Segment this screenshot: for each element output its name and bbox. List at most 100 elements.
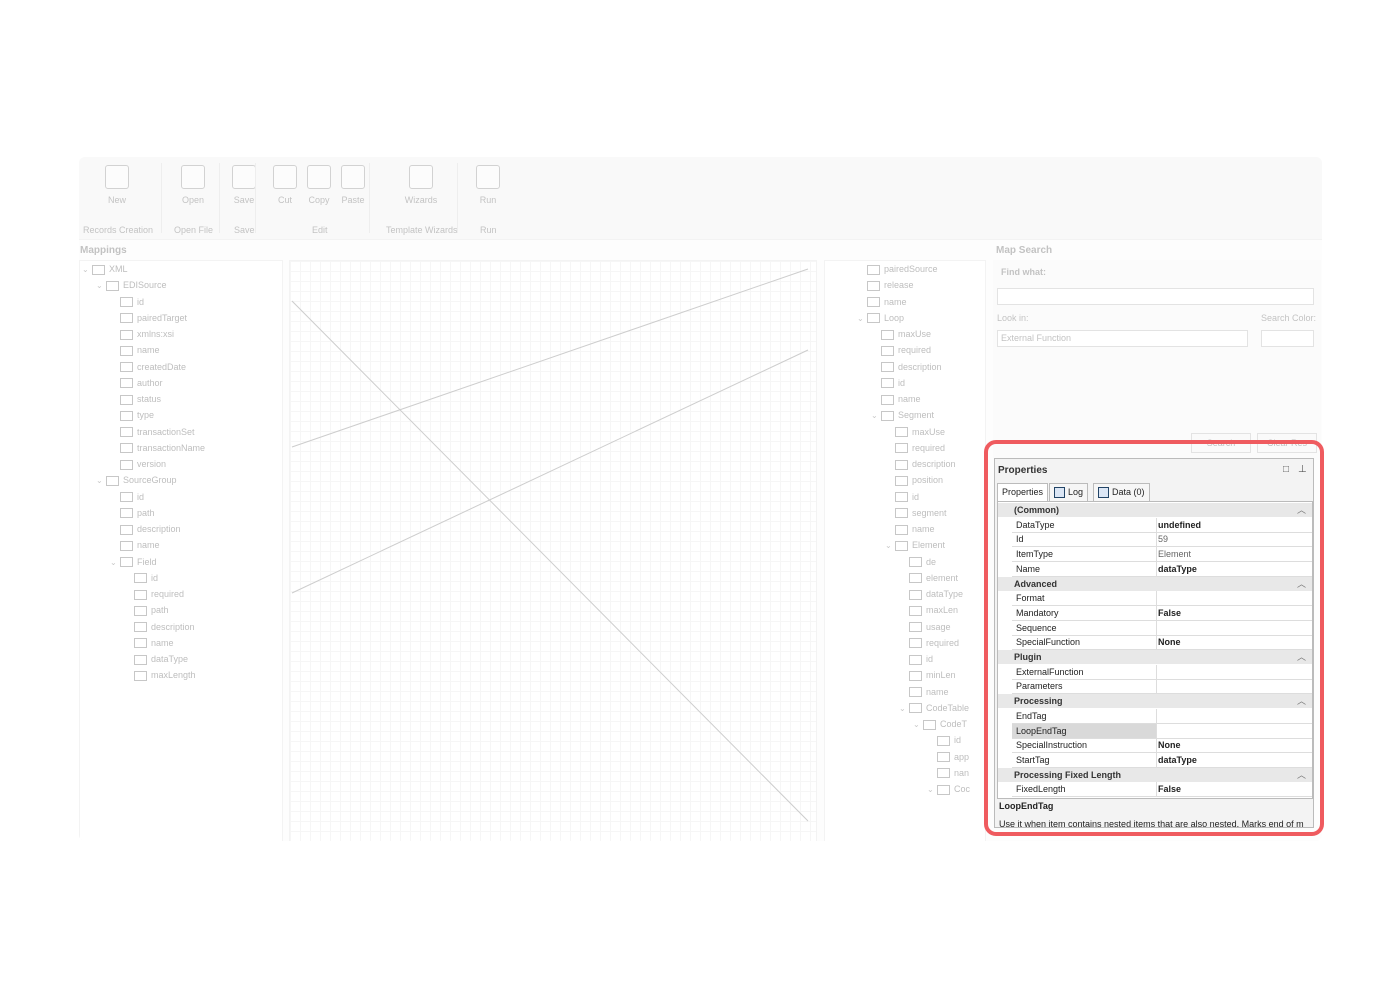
tree-node[interactable]: pairedSource (857, 261, 938, 277)
tree-node[interactable]: dataType (124, 651, 188, 667)
paste-button[interactable]: Paste (333, 165, 373, 205)
chevron-down-icon[interactable]: ⌄ (857, 311, 867, 327)
tree-node-label: name (137, 345, 160, 356)
tree-node[interactable]: ⌄ XML (82, 261, 128, 277)
tree-node[interactable]: ⌄ CodeT (913, 716, 967, 732)
new-button[interactable]: New (97, 165, 137, 205)
tree-node[interactable]: id (110, 489, 144, 505)
tree-node[interactable]: id (899, 651, 933, 667)
ribbon-toolbar: New Open Save Cut Copy Paste Wizards Run Records… (79, 157, 1322, 240)
tree-node[interactable]: description (110, 521, 181, 537)
look-in-select[interactable]: External Function (997, 330, 1248, 347)
node-icon (881, 394, 894, 405)
tree-node[interactable]: transactionName (110, 440, 205, 456)
tree-node[interactable]: name (110, 342, 160, 358)
node-icon (120, 427, 133, 438)
tree-node[interactable]: maxUse (885, 424, 945, 440)
node-icon (895, 508, 908, 519)
new-record-icon (105, 165, 129, 189)
tree-node[interactable]: ⌄ CodeTable (899, 700, 969, 716)
chevron-down-icon[interactable]: ⌄ (82, 262, 92, 278)
tree-node[interactable]: release (857, 277, 914, 293)
tree-node[interactable]: de (899, 554, 936, 570)
tree-node[interactable]: pairedTarget (110, 310, 187, 326)
node-icon (909, 589, 922, 600)
target-tree[interactable]: pairedSource release name ⌄ Loop maxUse requir… (824, 260, 986, 841)
tree-node[interactable]: ⌄ EDISource (96, 277, 167, 293)
tree-node[interactable]: nan (927, 765, 969, 781)
tree-node[interactable]: version (110, 456, 166, 472)
find-what-input[interactable] (997, 288, 1314, 305)
tree-node[interactable]: required (871, 342, 931, 358)
open-button[interactable]: Open (173, 165, 213, 205)
node-icon (895, 459, 908, 470)
mapping-line (291, 268, 809, 448)
tree-node[interactable]: maxLength (124, 667, 196, 683)
tree-node[interactable]: ⌄ Coc (927, 781, 970, 797)
map-search-panel: Find what: Look in: External Function Se… (993, 260, 1321, 460)
node-icon (895, 475, 908, 486)
chevron-down-icon[interactable]: ⌄ (885, 538, 895, 554)
tree-node[interactable]: createdDate (110, 359, 186, 375)
tree-node[interactable]: minLen (899, 667, 956, 683)
tree-node[interactable]: name (885, 521, 935, 537)
tree-node[interactable]: xmlns:xsi (110, 326, 174, 342)
save-button[interactable]: Save (224, 165, 264, 205)
tree-node[interactable]: name (871, 391, 921, 407)
tree-node[interactable]: ⌄ Element (885, 537, 945, 553)
tree-node[interactable]: ⌄ SourceGroup (96, 472, 177, 488)
tree-node[interactable]: required (124, 586, 184, 602)
chevron-down-icon[interactable]: ⌄ (871, 408, 881, 424)
tree-node[interactable]: id (927, 732, 961, 748)
tree-node[interactable]: maxUse (871, 326, 931, 342)
tree-node[interactable]: app (927, 749, 969, 765)
node-icon (92, 264, 105, 275)
tree-node[interactable]: type (110, 407, 154, 423)
tree-node[interactable]: id (871, 375, 905, 391)
search-color-picker[interactable] (1261, 330, 1314, 347)
tree-node[interactable]: name (110, 537, 160, 553)
tree-node[interactable]: path (110, 505, 155, 521)
chevron-down-icon[interactable]: ⌄ (927, 782, 937, 798)
tree-node[interactable]: segment (885, 505, 947, 521)
tree-node[interactable]: path (124, 602, 169, 618)
chevron-down-icon[interactable]: ⌄ (96, 278, 106, 294)
run-button[interactable]: Run (468, 165, 508, 205)
chevron-down-icon[interactable]: ⌄ (899, 701, 909, 717)
tree-node[interactable]: id (885, 489, 919, 505)
tree-node-label: required (912, 442, 946, 453)
tree-node[interactable]: name (124, 635, 174, 651)
node-icon (867, 297, 880, 308)
tree-node[interactable]: author (110, 375, 163, 391)
tree-node[interactable]: name (857, 294, 907, 310)
tree-node[interactable]: description (885, 456, 956, 472)
tree-node[interactable]: status (110, 391, 161, 407)
chevron-down-icon[interactable]: ⌄ (96, 473, 106, 489)
node-icon (120, 443, 133, 454)
tree-node[interactable]: ⌄ Loop (857, 310, 904, 326)
tree-node-label: name (898, 394, 921, 404)
source-tree[interactable]: ⌄ XML ⌄ EDISource id pairedTarget xmlns:xsi nam… (79, 260, 283, 841)
wizards-button[interactable]: Wizards (401, 165, 441, 205)
chevron-down-icon[interactable]: ⌄ (110, 555, 120, 571)
tree-node[interactable]: required (899, 635, 959, 651)
tree-node[interactable]: ⌄ Segment (871, 407, 934, 423)
tree-node[interactable]: dataType (899, 586, 963, 602)
tree-node[interactable]: usage (899, 619, 951, 635)
tree-node[interactable]: transactionSet (110, 424, 195, 440)
tree-node[interactable]: required (885, 440, 945, 456)
tree-node-label: usage (926, 621, 951, 632)
node-icon (909, 703, 922, 714)
tree-node[interactable]: name (899, 684, 949, 700)
tree-node[interactable]: id (110, 294, 144, 310)
chevron-down-icon[interactable]: ⌄ (913, 717, 923, 733)
tree-node[interactable]: description (124, 619, 195, 635)
tree-node[interactable]: position (885, 472, 943, 488)
tree-node[interactable]: element (899, 570, 958, 586)
node-icon (120, 345, 133, 356)
tree-node[interactable]: description (871, 359, 942, 375)
tree-node[interactable]: ⌄ Field (110, 554, 157, 570)
tree-node[interactable]: maxLen (899, 602, 958, 618)
tree-node[interactable]: id (124, 570, 158, 586)
mapping-canvas[interactable] (289, 260, 817, 841)
